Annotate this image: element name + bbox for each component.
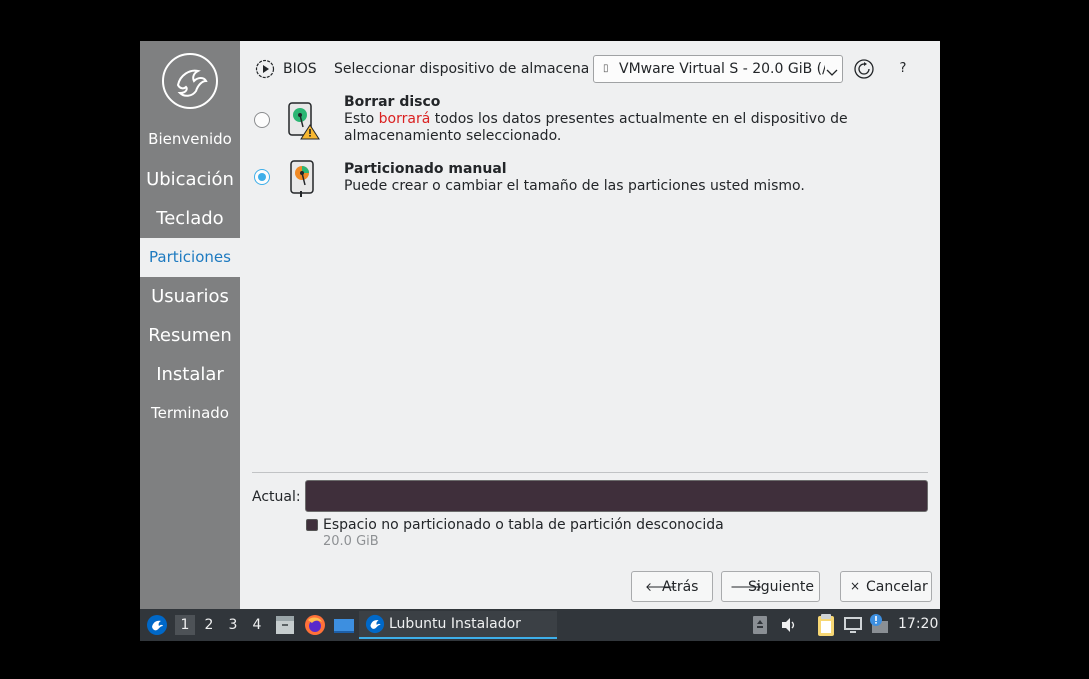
device-row: BIOS Seleccionar dispositivo de almacena… xyxy=(252,55,932,83)
erase-desc-start: Esto xyxy=(344,111,379,127)
installer-screen: Bienvenido Ubicación Teclado Particiones… xyxy=(140,41,940,641)
legend-size: 20.0 GiB xyxy=(323,534,379,549)
lubuntu-logo-icon xyxy=(162,53,218,109)
erase-disk-description: Esto borrará todos los datos presentes a… xyxy=(344,111,864,145)
legend-swatch xyxy=(306,519,318,531)
workspace-1[interactable]: 1 xyxy=(175,615,195,635)
clock[interactable]: 17:20 xyxy=(898,616,938,632)
clipboard-icon[interactable] xyxy=(816,613,836,641)
sidebar: Bienvenido Ubicación Teclado Particiones… xyxy=(140,41,240,609)
cancel-button[interactable]: × Cancelar xyxy=(840,571,932,602)
chevron-down-icon xyxy=(826,63,838,76)
bios-icon xyxy=(255,59,275,79)
network-icon[interactable] xyxy=(843,615,863,639)
step-particiones: Particiones xyxy=(140,238,240,277)
volume-icon[interactable] xyxy=(781,616,797,638)
step-resumen: Resumen xyxy=(148,325,232,346)
desktop-icon[interactable] xyxy=(333,614,355,640)
next-button[interactable]: 🡒 Siguiente xyxy=(721,571,820,602)
workspace-2[interactable]: 2 xyxy=(199,615,219,635)
close-icon: × xyxy=(850,579,861,593)
taskbar: 1 2 3 4 Lubuntu Instalador 17:20 xyxy=(140,609,940,641)
legend-label: Espacio no particionado o tabla de parti… xyxy=(323,517,724,533)
firefox-icon[interactable] xyxy=(304,614,326,640)
storage-device-select[interactable]: ▯ VMware Virtual S - 20.0 GiB (/dev/sda) xyxy=(593,55,843,83)
storage-tray-icon[interactable] xyxy=(751,615,769,639)
cancel-button-label: Cancelar xyxy=(866,579,928,595)
back-button-label: Atrás xyxy=(662,579,699,595)
back-button[interactable]: 🡐 Atrás xyxy=(631,571,713,602)
bios-label: BIOS xyxy=(283,61,317,77)
disk-icon: ▯ xyxy=(603,63,609,74)
storage-device-label: Seleccionar dispositivo de almacenamient… xyxy=(334,61,588,77)
manual-partition-radio[interactable] xyxy=(254,169,270,185)
divider xyxy=(252,472,928,473)
storage-device-value: VMware Virtual S - 20.0 GiB (/dev/sda) xyxy=(619,61,825,77)
step-ubicacion: Ubicación xyxy=(146,169,234,190)
taskbar-window-title: Lubuntu Instalador xyxy=(389,616,521,632)
help-button[interactable]: ? xyxy=(896,61,910,76)
workspace-4[interactable]: 4 xyxy=(247,615,267,635)
lubuntu-menu-icon[interactable] xyxy=(146,614,168,640)
current-layout-label: Actual: xyxy=(252,489,301,505)
drive-warning-icon xyxy=(288,101,320,141)
workspace-3[interactable]: 3 xyxy=(223,615,243,635)
erase-disk-radio[interactable] xyxy=(254,112,270,128)
step-teclado: Teclado xyxy=(156,208,224,229)
taskbar-window-installer[interactable]: Lubuntu Instalador xyxy=(359,611,557,639)
next-button-label: Siguiente xyxy=(748,579,815,595)
step-bienvenido: Bienvenido xyxy=(148,130,232,148)
drive-partition-icon xyxy=(288,159,320,199)
step-terminado: Terminado xyxy=(151,404,229,422)
step-usuarios: Usuarios xyxy=(151,286,229,307)
notification-icon[interactable] xyxy=(868,613,890,639)
step-instalar: Instalar xyxy=(156,364,224,385)
lubuntu-installer-icon xyxy=(365,614,385,638)
file-manager-icon[interactable] xyxy=(274,614,296,640)
manual-partition-title: Particionado manual xyxy=(344,161,507,177)
erase-disk-title: Borrar disco xyxy=(344,94,441,110)
refresh-icon[interactable] xyxy=(852,57,876,81)
erase-desc-warning-word: borrará xyxy=(378,111,431,127)
manual-partition-description: Puede crear o cambiar el tamaño de las p… xyxy=(344,178,805,194)
partition-bar xyxy=(305,480,928,512)
